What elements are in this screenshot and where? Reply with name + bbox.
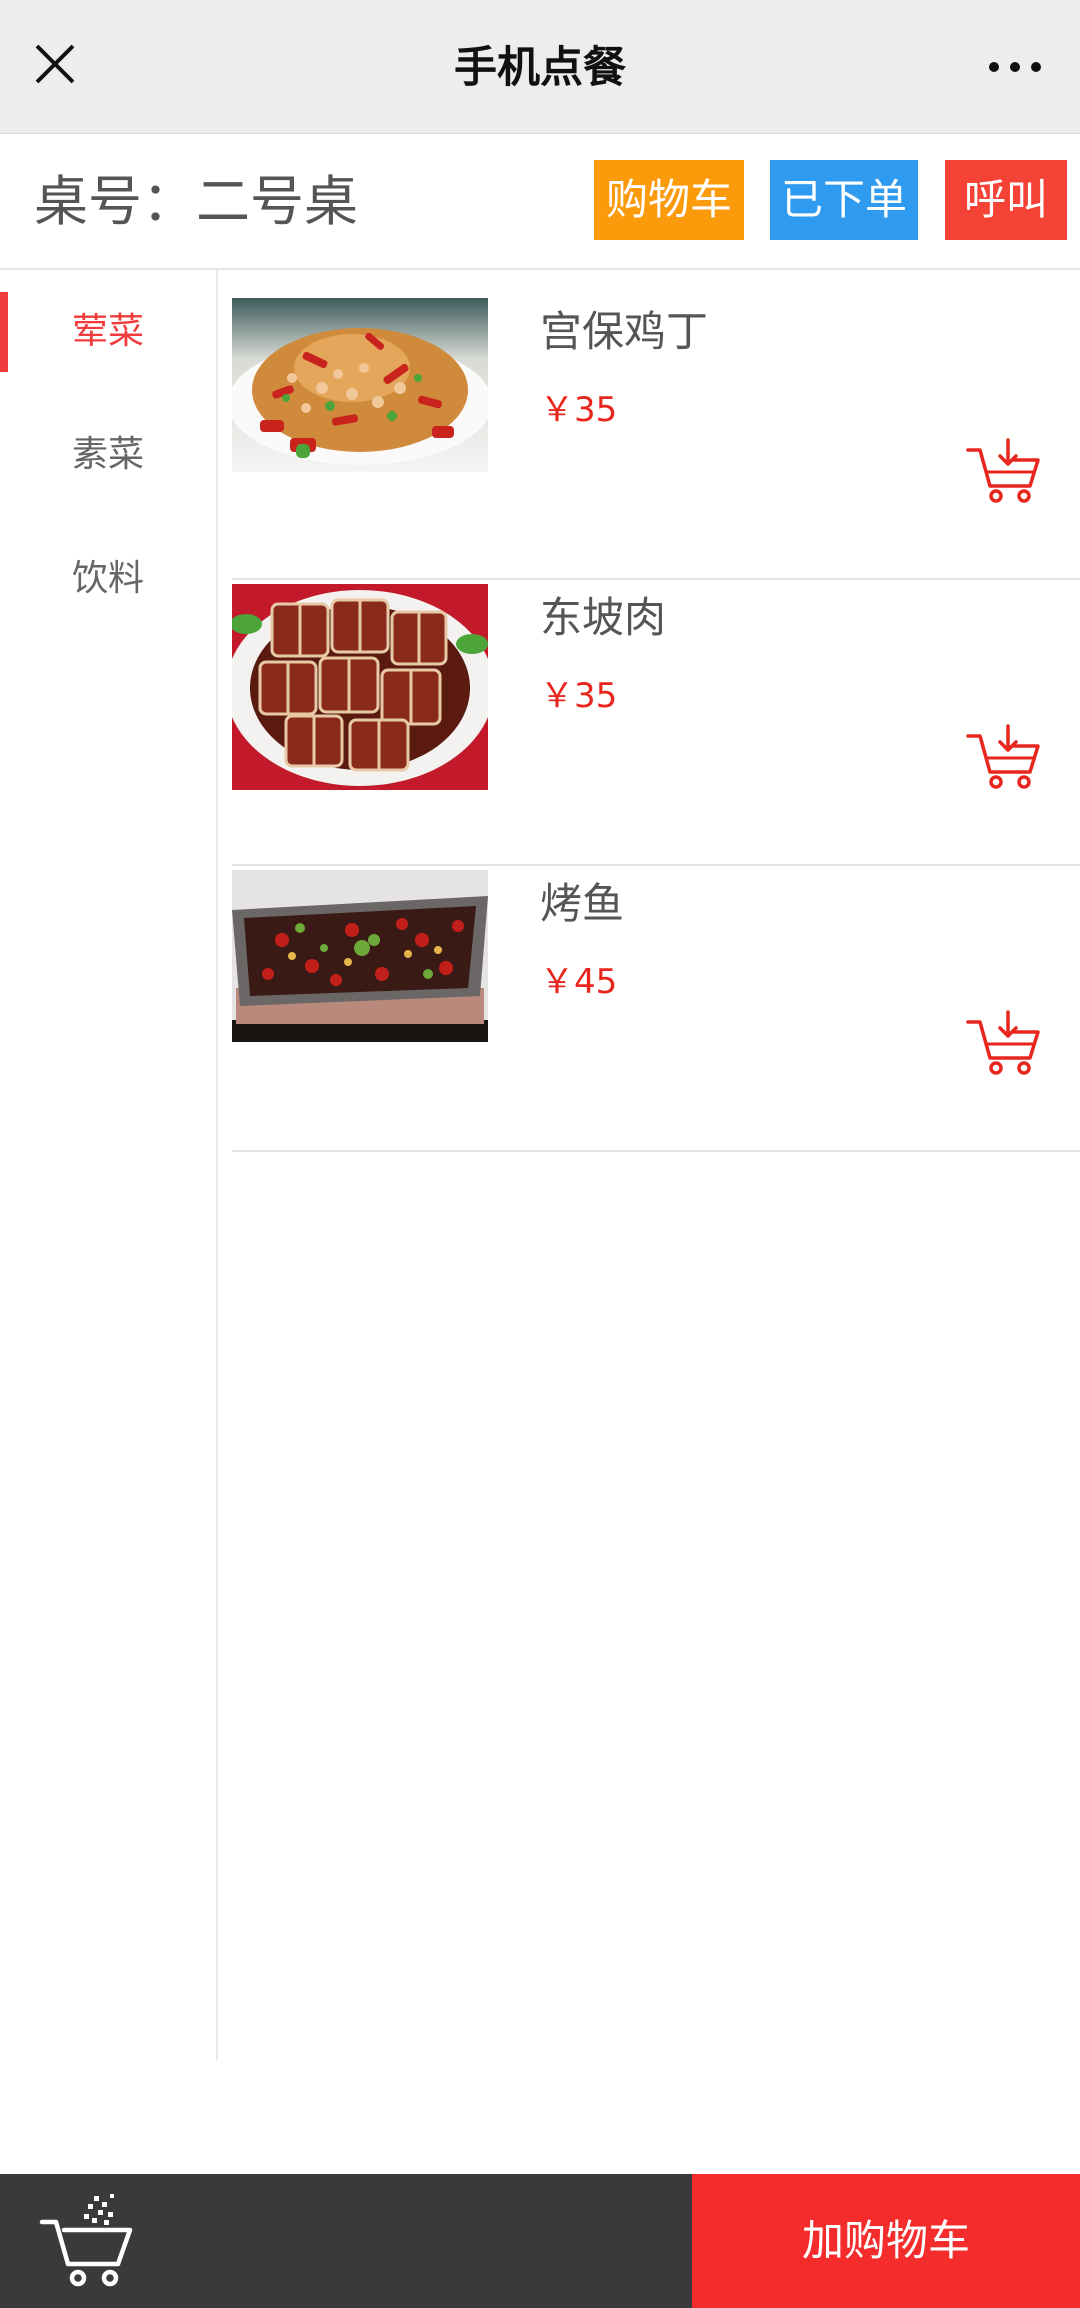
navbar: 手机点餐 — [0, 0, 1080, 134]
table-header: 桌号：二号桌 购物车 已下单 呼叫 — [0, 134, 1080, 270]
add-to-cart-icon — [966, 724, 1040, 789]
category-drinks[interactable]: 饮料 — [0, 537, 216, 621]
dish-name: 东坡肉 — [540, 593, 667, 642]
add-to-cart-button[interactable] — [964, 722, 1044, 792]
dish-item: 宫保鸡丁 ￥35 — [232, 294, 1080, 580]
dish-name: 烤鱼 — [540, 879, 625, 928]
table-number-label: 桌号：二号桌 — [34, 170, 358, 233]
add-to-cart-button[interactable] — [964, 1008, 1044, 1078]
category-sidebar: 荤菜 素菜 饮料 — [0, 270, 218, 2060]
cart-summary[interactable] — [0, 2174, 692, 2308]
add-to-cart-icon — [966, 438, 1040, 503]
call-waiter-button[interactable]: 呼叫 — [945, 160, 1067, 240]
dish-image-dongpo-pork — [232, 584, 488, 790]
add-to-cart-button[interactable] — [964, 436, 1044, 506]
page-title: 手机点餐 — [454, 43, 626, 93]
add-to-cart-icon — [966, 1010, 1040, 1075]
dish-image-grilled-fish — [232, 870, 488, 1042]
dish-name: 宫保鸡丁 — [540, 307, 709, 356]
close-icon — [35, 44, 75, 84]
category-vegetable[interactable]: 素菜 — [0, 413, 216, 497]
dish-price: ￥35 — [540, 676, 618, 716]
category-meat[interactable]: 荤菜 — [0, 290, 216, 374]
ordered-button[interactable]: 已下单 — [770, 160, 918, 240]
cart-button[interactable]: 购物车 — [594, 160, 744, 240]
dish-price: ￥35 — [540, 390, 618, 430]
dish-item: 烤鱼 ￥45 — [232, 866, 1080, 1152]
more-button[interactable] — [980, 50, 1050, 84]
dish-image-kung-pao-chicken — [232, 298, 488, 472]
dish-price: ￥45 — [540, 962, 618, 1002]
shopping-cart-icon — [39, 2194, 133, 2287]
add-to-cart-submit-button[interactable]: 加购物车 — [692, 2174, 1080, 2308]
dish-item: 东坡肉 ￥35 — [232, 580, 1080, 866]
more-icon — [989, 62, 1041, 72]
close-button[interactable] — [24, 33, 86, 95]
bottom-bar: 加购物车 — [0, 2174, 1080, 2308]
